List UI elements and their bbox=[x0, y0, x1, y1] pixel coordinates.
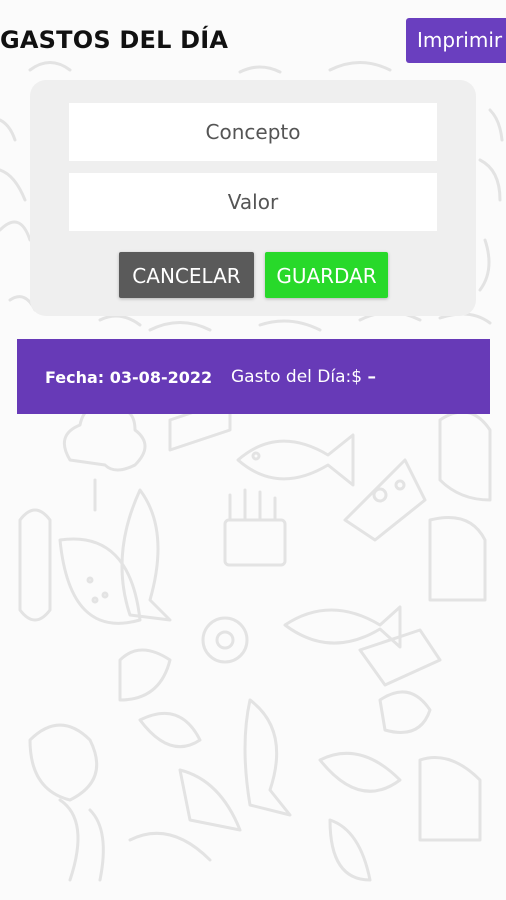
expense-total-value: – bbox=[367, 367, 376, 387]
page-title: GASTOS DEL DÍA bbox=[0, 26, 229, 54]
date-label: Fecha: 03-08-2022 bbox=[45, 368, 213, 387]
daily-summary-bar: Fecha: 03-08-2022 Gasto del Día:$ – bbox=[17, 339, 490, 414]
cancel-button[interactable]: CANCELAR bbox=[119, 252, 254, 298]
expense-form-card: CANCELAR GUARDAR bbox=[30, 80, 476, 316]
save-button[interactable]: GUARDAR bbox=[265, 252, 388, 298]
expense-total: Gasto del Día:$ – bbox=[231, 367, 376, 387]
valor-input[interactable] bbox=[69, 173, 437, 231]
concepto-input[interactable] bbox=[69, 103, 437, 161]
print-button[interactable]: Imprimir bbox=[406, 18, 506, 63]
expense-total-label: Gasto del Día:$ bbox=[231, 367, 363, 387]
